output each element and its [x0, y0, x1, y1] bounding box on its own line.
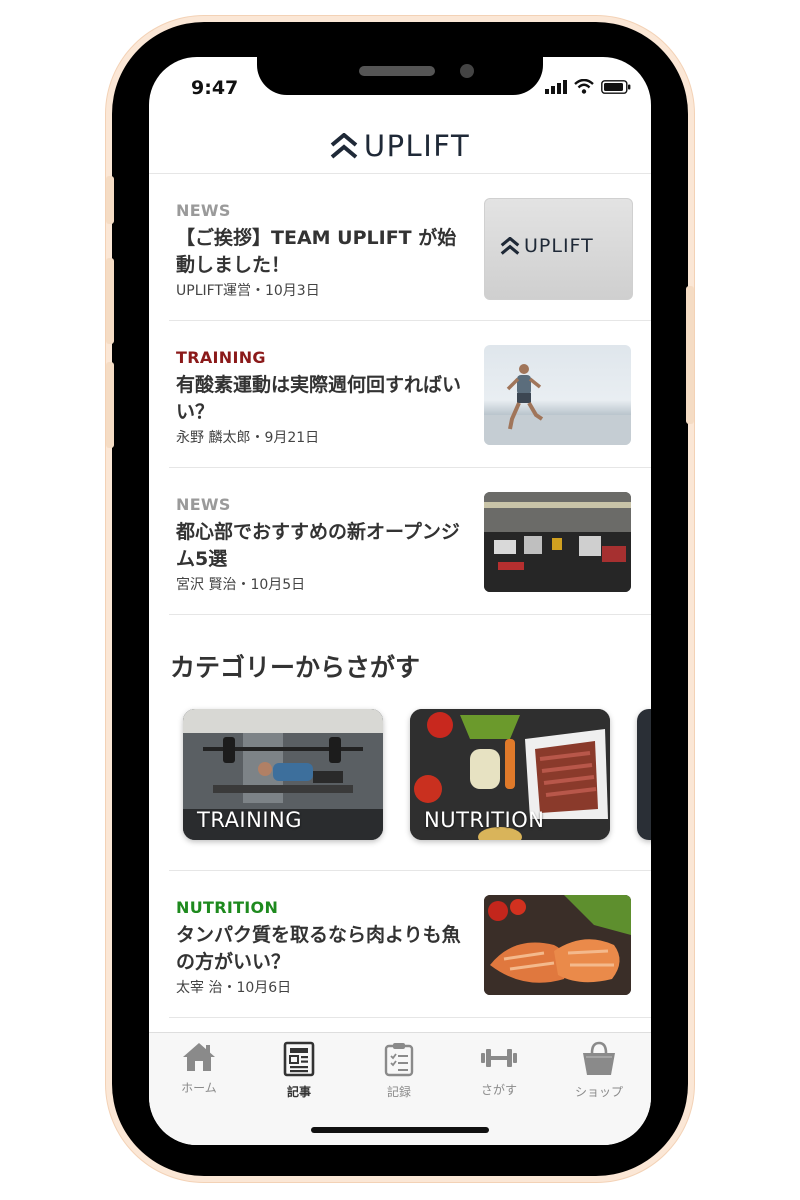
article-meta: UPLIFT運営・10月3日 [176, 283, 320, 299]
article-thumbnail [484, 492, 631, 592]
article-icon [283, 1041, 315, 1077]
tab-home[interactable]: ホーム [149, 1041, 249, 1096]
category-card-label: TRAINING [197, 808, 303, 832]
article-title: 都心部でおすすめの新オープンジム5選 [176, 521, 460, 570]
camera [460, 64, 474, 78]
chevron-up-logo-icon [330, 133, 358, 159]
tab-articles[interactable]: 記事 [249, 1041, 349, 1100]
tab-label: ショップ [574, 1085, 623, 1099]
article-item[interactable]: TRAINING 有酸素運動は実際週何回すればいい？ 永野 麟太郎・9月21日 [169, 321, 651, 468]
tab-label: 記録 [386, 1085, 411, 1099]
tab-label: 記事 [286, 1085, 311, 1099]
power-button [686, 286, 694, 424]
speaker [359, 66, 435, 76]
thumb-logo-text: UPLIFT [524, 235, 594, 257]
volume-up-button [106, 258, 114, 344]
tab-label: さがす [480, 1083, 517, 1097]
tab-records[interactable]: 記録 [349, 1041, 449, 1100]
tab-shop[interactable]: ショップ [549, 1041, 649, 1100]
battery-icon [601, 79, 631, 94]
tab-label: ホーム [181, 1081, 217, 1095]
article-category: NEWS [176, 495, 231, 514]
gym-photo [484, 492, 631, 592]
tab-bar: ホーム 記事 記録 さがす ショップ [149, 1032, 651, 1145]
article-category: TRAINING [176, 348, 266, 367]
uplift-logo[interactable]: UPLIFT [330, 129, 470, 163]
category-card-label: NUTRITION [424, 808, 545, 832]
article-thumbnail: UPLIFT [484, 198, 633, 300]
mute-switch [106, 176, 114, 224]
notch [257, 57, 543, 95]
volume-down-button [106, 362, 114, 448]
article-title: タンパク質を取るなら肉よりも魚の方がいい？ [176, 924, 461, 973]
article-meta: 宮沢 賢治・10月5日 [176, 577, 306, 593]
status-icons [545, 79, 631, 94]
app-header: UPLIFT [149, 119, 651, 174]
salmon-photo [484, 895, 631, 995]
article-thumbnail [484, 895, 631, 995]
category-card-partial[interactable] [637, 709, 651, 840]
article-title: 【ご挨拶】TEAM UPLIFT が始動しました！ [176, 227, 457, 276]
signal-icon [545, 79, 567, 94]
article-category: NEWS [176, 201, 231, 220]
article-meta: 永野 麟太郎・9月21日 [176, 430, 320, 446]
logo-text: UPLIFT [363, 129, 471, 163]
article-item[interactable]: NUTRITION タンパク質を取るなら肉よりも魚の方がいい？ 太宰 治・10月… [169, 871, 651, 1018]
runner-photo [484, 364, 631, 445]
thumb-logo: UPLIFT [500, 235, 594, 257]
article-thumbnail [484, 345, 631, 445]
chevron-up-logo-icon [500, 237, 520, 255]
category-card-nutrition[interactable]: NUTRITION [410, 709, 610, 840]
article-meta: 太宰 治・10月6日 [176, 980, 292, 996]
article-category: NUTRITION [176, 898, 279, 917]
article-feed[interactable]: NEWS 【ご挨拶】TEAM UPLIFT が始動しました！ UPLIFT運営・… [149, 174, 651, 1032]
wifi-icon [574, 79, 594, 94]
clipboard-icon [384, 1043, 414, 1077]
article-item[interactable]: NEWS 都心部でおすすめの新オープンジム5選 宮沢 賢治・10月5日 [169, 468, 651, 615]
status-time: 9:47 [191, 77, 239, 99]
dumbbell-icon [481, 1049, 517, 1067]
category-card-training[interactable]: TRAINING [183, 709, 383, 840]
phone-screen: 9:47 UPLIFT NEWS 【ご挨拶】TEAM UPLIFT が始動しまし… [149, 57, 651, 1145]
category-section-title: カテゴリーからさがす [170, 653, 421, 682]
article-item[interactable]: NEWS 【ご挨拶】TEAM UPLIFT が始動しました！ UPLIFT運営・… [169, 174, 651, 321]
home-indicator[interactable] [311, 1127, 489, 1133]
home-icon [183, 1043, 215, 1071]
article-title: 有酸素運動は実際週何回すればいい？ [176, 374, 462, 423]
tab-search[interactable]: さがす [449, 1041, 549, 1098]
shopping-bag-icon [583, 1041, 615, 1075]
